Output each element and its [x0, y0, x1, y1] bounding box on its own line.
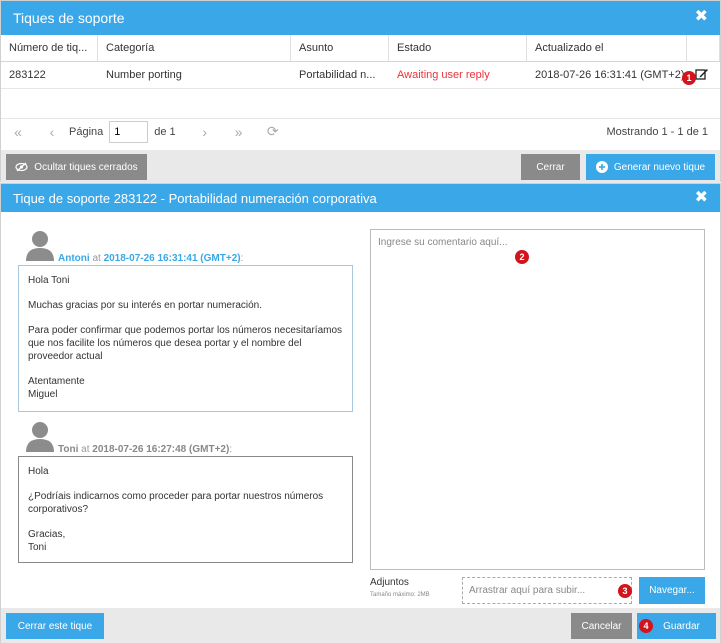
ticket-detail-title: Tique de soporte 283122 - Portabilidad n…	[13, 190, 377, 206]
callout-badge-4: 4	[639, 619, 653, 633]
column-header-status[interactable]: Estado	[389, 35, 527, 61]
ticket-list-window: Tiques de soporte ✖ Número de tiq... Cat…	[0, 0, 721, 183]
attachments-label: Adjuntos	[370, 577, 409, 588]
column-header-number[interactable]: Número de tiq...	[1, 35, 98, 61]
page-label: Página	[69, 125, 104, 138]
close-list-button[interactable]: Cerrar	[521, 154, 580, 180]
first-page-icon[interactable]: «	[1, 124, 35, 140]
refresh-icon[interactable]: ⟳	[256, 123, 290, 140]
eye-slash-icon	[15, 162, 28, 172]
new-ticket-label: Generar nuevo tique	[613, 161, 706, 173]
message-paragraph: Hola Toni	[28, 275, 70, 286]
table-row[interactable]: 283122 Number porting Portabilidad n... …	[1, 62, 720, 89]
column-header-updated[interactable]: Actualizado el	[527, 35, 687, 61]
plus-circle-icon	[595, 161, 608, 173]
avatar	[25, 420, 55, 452]
message-at: at	[92, 253, 101, 264]
cell-status: Awaiting user reply	[397, 69, 490, 81]
ticket-grid: Número de tiq... Categoría Asunto Estado…	[1, 35, 720, 89]
message-body: Hola Toni Muchas gracias por su interés …	[18, 265, 353, 412]
hide-closed-label: Ocultar tiques cerrados	[34, 161, 138, 173]
message-author: Antoni	[58, 253, 90, 264]
message-paragraph: Muchas gracias por su interés en portar …	[28, 300, 263, 311]
grid-header: Número de tiq... Categoría Asunto Estado…	[1, 35, 720, 62]
pager: « ‹ Página de 1 › » ⟳ Mostrando 1 - 1 de…	[1, 118, 720, 144]
cell-category: Number porting	[106, 69, 182, 81]
message-colon: :	[240, 253, 244, 264]
message-author: Toni	[58, 444, 79, 455]
callout-badge-3: 3	[618, 584, 632, 598]
ticket-list-title: Tiques de soporte	[13, 10, 125, 26]
avatar	[25, 229, 55, 261]
last-page-icon[interactable]: »	[222, 124, 256, 140]
page-input[interactable]	[109, 120, 149, 143]
edit-icon[interactable]	[695, 67, 711, 83]
close-icon[interactable]: ✖	[695, 190, 708, 206]
list-toolbar: Ocultar tiques cerrados Cerrar Generar n…	[1, 150, 720, 183]
ticket-detail-window: Tique de soporte 283122 - Portabilidad n…	[0, 183, 721, 643]
save-label: Guardar	[663, 620, 700, 632]
page-of-label: de 1	[154, 125, 176, 138]
message-paragraph: Para poder confirmar que podemos portar …	[28, 325, 343, 362]
message-paragraph: Gracias, Toni	[28, 529, 66, 553]
dropzone-placeholder: Arrastrar aquí para subir...	[469, 585, 586, 596]
cancel-button[interactable]: Cancelar	[571, 613, 632, 639]
message-paragraph: Atentamente Miguel	[28, 376, 85, 400]
message-datetime: 2018-07-26 16:27:48 (GMT+2)	[92, 444, 230, 455]
cell-number: 283122	[9, 69, 46, 81]
column-header-category[interactable]: Categoría	[98, 35, 291, 61]
cell-subject: Portabilidad n...	[299, 69, 376, 81]
message-datetime: 2018-07-26 16:31:41 (GMT+2)	[103, 253, 241, 264]
cell-updated: 2018-07-26 16:31:41 (GMT+2)	[535, 69, 685, 81]
next-page-icon[interactable]: ›	[188, 124, 222, 140]
upload-dropzone[interactable]: Arrastrar aquí para subir...	[462, 577, 632, 604]
ticket-detail-titlebar: Tique de soporte 283122 - Portabilidad n…	[1, 184, 720, 212]
message-paragraph: ¿Podríais indicarnos como proceder para …	[28, 491, 324, 515]
message-colon: :	[229, 444, 233, 455]
hide-closed-button[interactable]: Ocultar tiques cerrados	[6, 154, 147, 180]
browse-button[interactable]: Navegar...	[639, 577, 705, 604]
callout-badge-1: 1	[682, 71, 696, 85]
max-size-label: Tamaño máximo: 2MB	[370, 592, 430, 598]
comment-placeholder: Ingrese su comentario aquí...	[378, 237, 508, 248]
message-at: at	[81, 444, 90, 455]
message-body: Hola ¿Podríais indicarnos como proceder …	[18, 456, 353, 563]
new-ticket-button[interactable]: Generar nuevo tique	[586, 154, 715, 180]
ticket-list-titlebar: Tiques de soporte ✖	[1, 1, 720, 35]
column-header-subject[interactable]: Asunto	[291, 35, 389, 61]
detail-toolbar: Cerrar este tique Cancelar Guardar 4	[1, 608, 720, 643]
message-header: Toni at 2018-07-26 16:27:48 (GMT+2):	[58, 444, 232, 455]
message-paragraph: Hola	[28, 466, 49, 477]
close-ticket-button[interactable]: Cerrar este tique	[6, 613, 104, 639]
column-header-actions	[687, 35, 720, 61]
showing-count: Mostrando 1 - 1 de 1	[606, 125, 708, 138]
callout-badge-2: 2	[515, 250, 529, 264]
prev-page-icon[interactable]: ‹	[35, 124, 69, 140]
close-icon[interactable]: ✖	[695, 9, 708, 25]
comment-input[interactable]: Ingrese su comentario aquí...	[370, 229, 705, 570]
message-header: Antoni at 2018-07-26 16:31:41 (GMT+2):	[58, 253, 243, 264]
